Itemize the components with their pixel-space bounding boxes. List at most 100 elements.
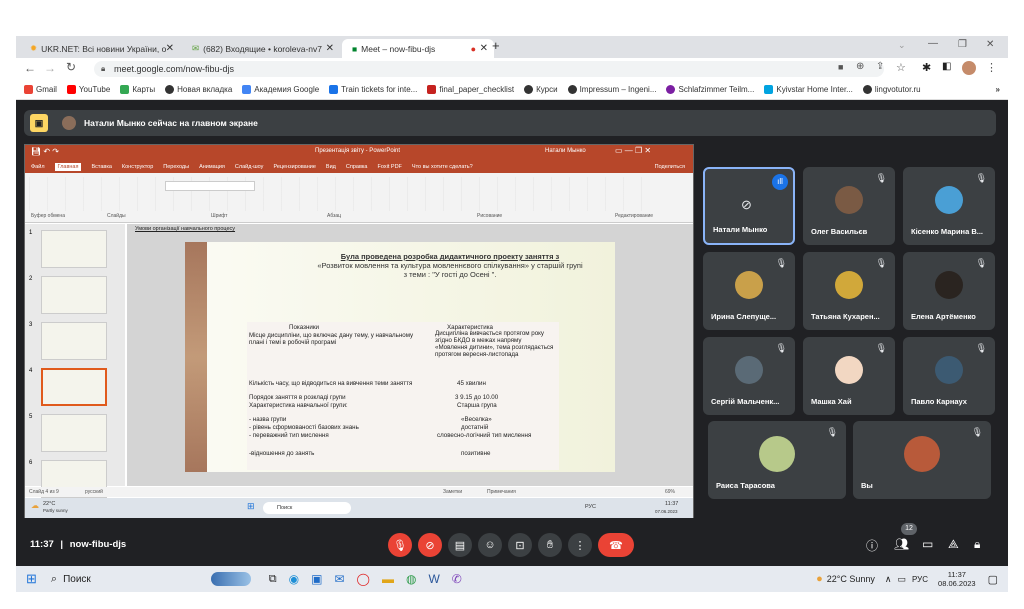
bookmark-checklist[interactable]: final_paper_checklist (427, 85, 514, 94)
recording-dot-icon: ● (470, 43, 476, 54)
more-bookmarks-icon[interactable]: » (996, 85, 1000, 94)
bookmark-new-tab[interactable]: Новая вкладка (165, 85, 232, 94)
save-icon: 💾︎ ↶ ↷ (31, 147, 60, 156)
window-controls-icon: ▭ — ❐ ✕ (615, 146, 652, 155)
participant-tile[interactable]: 🎙︎ Раиса Тарасова (708, 421, 846, 499)
new-tab-button[interactable]: + (492, 38, 500, 53)
participant-tile-active[interactable]: ıll ⊘ Натали Мынко (703, 167, 795, 245)
participant-tile[interactable]: 🎙︎ Сергій Мальченк... (703, 337, 795, 415)
avatar (935, 270, 963, 299)
bookmark-maps[interactable]: Карты (120, 85, 155, 94)
tab-ukrnet[interactable]: ✹ UKR.NET: Всі новини України, о ✕ (20, 39, 180, 58)
slide-thumbnail (41, 230, 107, 268)
bookmark-youtube[interactable]: YouTube (66, 85, 110, 94)
slide-title: Була проведена розробка дидактичного про… (317, 252, 583, 279)
self-tile[interactable]: 🎙︎ Вы (853, 421, 991, 499)
bookmark-impressum[interactable]: Impressum – Ingeni... (567, 85, 656, 94)
bookmark-gmail[interactable]: Gmail (24, 85, 57, 94)
battery-icon[interactable]: ▭ (898, 574, 907, 585)
people-icon[interactable]: 👥︎ (894, 537, 909, 551)
font-name-field (165, 181, 255, 191)
participant-tile[interactable]: 🎙︎ Татьяна Кухарен... (803, 252, 895, 330)
host-controls-icon[interactable]: 🔒︎ (974, 537, 980, 552)
participant-tile[interactable]: 🎙︎ Павло Карнаух (903, 337, 995, 415)
tab-mail[interactable]: ✉ (682) Входящие • koroleva-nv7 ✕ (182, 39, 340, 58)
present-button[interactable]: ⊡ (508, 533, 532, 557)
url-input[interactable]: 🔒︎ meet.google.com/now-fibu-djs (94, 61, 884, 77)
star-icon[interactable]: ☆ (896, 61, 906, 74)
bookmark-train[interactable]: Train tickets for inte... (329, 85, 417, 94)
window-close-icon[interactable]: ✕ (986, 39, 994, 50)
store-icon[interactable]: ▣ (311, 572, 322, 586)
camera-icon[interactable]: ■ (838, 62, 843, 72)
opera-icon[interactable]: ◯ (357, 572, 370, 586)
bookmark-kyivstar[interactable]: Kyivstar Home Inter... (764, 85, 853, 94)
participants-count-badge: 12 (901, 523, 917, 535)
bookmarks-bar: Gmail YouTube Карты Новая вкладка Академ… (16, 80, 1008, 100)
more-options-button[interactable]: ⋮ (568, 533, 592, 557)
mic-off-icon: 🎙︎ (826, 427, 838, 437)
slide-table: Показники Характеристика Місце дисциплін… (247, 322, 559, 470)
extensions-icon[interactable]: ✱ (922, 61, 931, 74)
participant-tile[interactable]: 🎙︎ Ирина Слепуще... (703, 252, 795, 330)
profile-avatar[interactable] (962, 61, 976, 75)
participant-tile[interactable]: 🎙︎ Елена Артёменко (903, 252, 995, 330)
notifications-icon[interactable]: ▢ (988, 573, 998, 586)
globe-icon (862, 85, 872, 94)
reload-icon[interactable]: ↻ (66, 60, 76, 74)
bookmark-lingvotutor[interactable]: lingvotutor.ru (862, 85, 921, 94)
participant-tile[interactable]: 🎙︎ Кісенко Марина В... (903, 167, 995, 245)
task-view-icon[interactable]: ⧉ (269, 573, 277, 586)
current-slide: Була проведена розробка дидактичного про… (185, 242, 615, 472)
chevron-down-icon[interactable]: ⌄ (898, 40, 906, 51)
globe-icon (165, 85, 175, 94)
share-icon[interactable]: ⇪ (876, 61, 884, 72)
bookmark-schlafzimmer[interactable]: Schlafzimmer Teilm... (666, 85, 754, 94)
viber-icon[interactable]: ✆ (452, 572, 462, 586)
tab-meet[interactable]: ■ Meet – now-fibu-djs ● ✕ (342, 39, 494, 58)
leave-call-button[interactable]: ☎︎ (598, 533, 634, 557)
search-icon[interactable]: ⌕ (51, 573, 57, 586)
activities-icon[interactable]: ⟁ (948, 537, 959, 552)
participant-tile[interactable]: 🎙︎ Машка Хай (803, 337, 895, 415)
chat-icon[interactable]: ▭ (922, 537, 933, 551)
meeting-info: 11:37 | now-fibu-djs (30, 539, 127, 550)
lock-icon: 🔒︎ (101, 64, 106, 73)
windows-taskbar: ⊞ ⌕ Поиск ⧉ ◉ ▣ ✉ ◯ ▬ ◍ W ✆ ● 22°C Sunny… (16, 566, 1008, 592)
info-icon[interactable]: ⓘ (866, 537, 878, 554)
explorer-icon[interactable]: ▬ (382, 572, 394, 586)
close-icon[interactable]: ✕ (480, 43, 488, 54)
back-icon[interactable]: ← (24, 61, 36, 75)
word-icon[interactable]: W (428, 572, 439, 586)
mic-toggle-button[interactable]: 🎙︎ (388, 533, 412, 557)
bookmark-scholar[interactable]: Академия Google (242, 85, 319, 94)
raise-hand-button[interactable]: ✋︎ (538, 533, 562, 557)
bookmark-courses[interactable]: Курси (524, 85, 558, 94)
ppt-ribbon-tabs: Файл Главная Вставка Конструктор Переход… (25, 161, 693, 173)
participant-tile[interactable]: 🎙︎ Олег Васильєв (803, 167, 895, 245)
emoji-button[interactable]: ☺ (478, 533, 502, 557)
camera-toggle-button[interactable]: ⊘ (418, 533, 442, 557)
chrome-icon[interactable]: ◍ (406, 572, 416, 586)
ukrnet-icon: ✹ (30, 43, 38, 53)
menu-icon[interactable]: ⋮ (986, 61, 997, 74)
avatar (835, 355, 863, 384)
sidepanel-icon[interactable]: ◧ (942, 61, 951, 72)
close-icon[interactable]: ✕ (166, 43, 174, 54)
close-icon[interactable]: ✕ (326, 43, 334, 54)
mail-icon[interactable]: ✉ (334, 572, 344, 586)
dolphin-image (210, 572, 251, 586)
slide-thumbnail-selected (41, 368, 107, 406)
checklist-icon (427, 85, 437, 94)
forward-icon[interactable]: → (44, 61, 56, 75)
captions-button[interactable]: ▤ (448, 533, 472, 557)
kyivstar-icon (764, 85, 774, 94)
minimize-icon[interactable]: — (928, 38, 938, 49)
avatar (759, 435, 795, 472)
windows-start-icon[interactable]: ⊞ (26, 571, 37, 587)
maximize-icon[interactable]: ❐ (958, 39, 967, 50)
zoom-icon[interactable]: ⊕ (856, 61, 864, 72)
edge-icon[interactable]: ◉ (289, 572, 299, 586)
clock[interactable]: 11:37 08.06.2023 (938, 570, 976, 588)
tray-arrow-icon[interactable]: ∧ (885, 574, 892, 585)
